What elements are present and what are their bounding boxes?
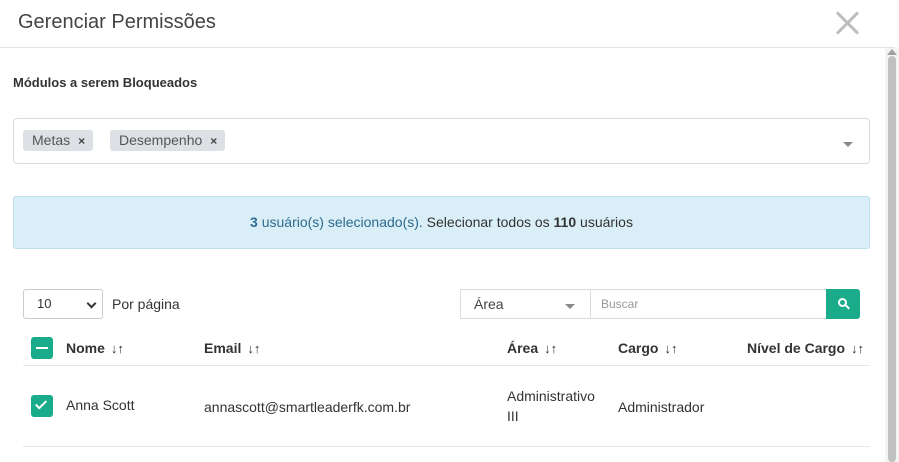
- sort-icon[interactable]: ↓↑: [664, 341, 677, 356]
- selected-count-link[interactable]: 3 usuário(s) selecionado(s).: [250, 214, 423, 230]
- sort-icon[interactable]: ↓↑: [111, 341, 124, 356]
- table-header-divider: [23, 365, 870, 366]
- total-count: 110: [553, 214, 577, 230]
- row-divider: [23, 446, 870, 447]
- selected-count: 3: [250, 214, 258, 230]
- modal-header: Gerenciar Permissões: [0, 0, 895, 48]
- scrollbar-thumb[interactable]: [888, 56, 896, 462]
- tag-label: Desempenho: [119, 132, 203, 148]
- select-all-checkbox[interactable]: [31, 337, 53, 359]
- col-header-nivel-cargo[interactable]: Nível de Cargo ↓↑: [747, 340, 864, 356]
- scroll-up-icon[interactable]: [887, 49, 897, 55]
- per-page-value: 10: [37, 296, 52, 311]
- tag-metas: Metas ×: [23, 130, 94, 151]
- minus-icon: [36, 347, 48, 349]
- col-header-area[interactable]: Área ↓↑: [507, 340, 557, 356]
- col-header-email[interactable]: Email ↓↑: [204, 340, 260, 356]
- modules-label: Módulos a serem Bloqueados: [13, 75, 198, 90]
- modules-multiselect[interactable]: Metas × Desempenho ×: [13, 118, 870, 164]
- search-input[interactable]: [590, 289, 827, 319]
- chevron-down-icon: [86, 298, 97, 309]
- col-header-nome[interactable]: Nome ↓↑: [66, 340, 124, 356]
- sort-icon[interactable]: ↓↑: [851, 341, 864, 356]
- select-all-prefix: Selecionar todos os: [422, 214, 554, 230]
- selected-text: usuário(s) selecionado(s).: [257, 214, 423, 230]
- select-all-suffix: usuários: [576, 214, 633, 230]
- sort-icon[interactable]: ↓↑: [247, 341, 260, 356]
- sort-icon[interactable]: ↓↑: [544, 341, 557, 356]
- tag-desempenho: Desempenho ×: [110, 130, 226, 151]
- filter-field-value: Área: [474, 296, 504, 312]
- cell-email: annascott@smartleaderfk.com.br: [204, 399, 411, 415]
- close-icon[interactable]: [832, 8, 862, 38]
- scrollbar[interactable]: [885, 48, 899, 462]
- tag-remove-icon[interactable]: ×: [78, 134, 85, 148]
- check-icon: [34, 397, 48, 410]
- cell-area: Administrativo III: [507, 388, 595, 424]
- filter-field-select[interactable]: Área: [460, 289, 590, 319]
- caret-down-icon[interactable]: [843, 142, 853, 147]
- tag-label: Metas: [32, 132, 71, 148]
- modal-title: Gerenciar Permissões: [18, 11, 216, 33]
- permissions-modal: Gerenciar Permissões Módulos a serem Blo…: [0, 0, 899, 462]
- cell-cargo: Administrador: [618, 399, 705, 415]
- per-page-label: Por página: [112, 296, 180, 312]
- per-page-select[interactable]: 10: [23, 289, 103, 319]
- search-button[interactable]: [826, 289, 860, 319]
- tag-remove-icon[interactable]: ×: [210, 134, 217, 148]
- col-header-cargo[interactable]: Cargo ↓↑: [618, 340, 677, 356]
- cell-nome: Anna Scott: [66, 397, 135, 413]
- row-checkbox[interactable]: [31, 395, 53, 417]
- caret-down-icon: [565, 304, 575, 309]
- selection-alert: 3 usuário(s) selecionado(s). Selecionar …: [13, 196, 870, 249]
